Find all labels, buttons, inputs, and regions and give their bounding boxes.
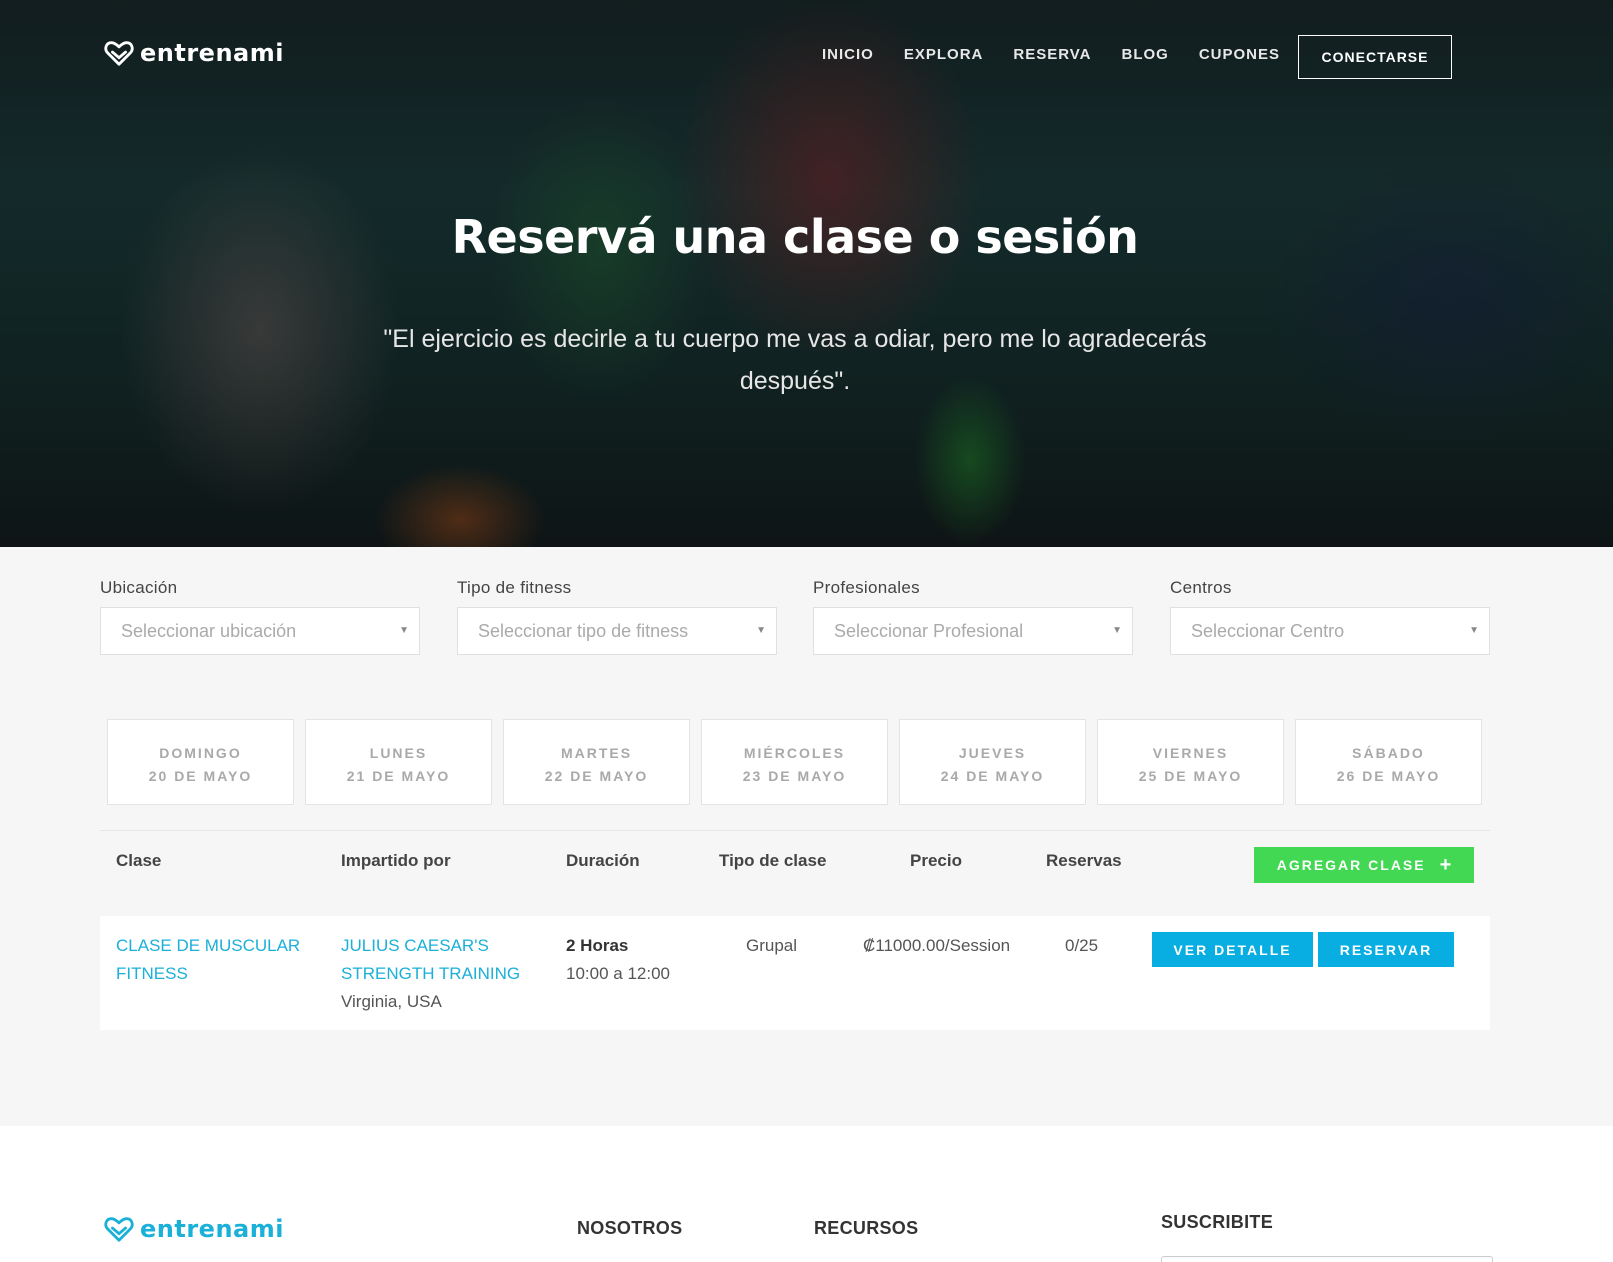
brand-logo[interactable]: entrenami — [104, 38, 284, 68]
instructor-location: Virginia, USA — [341, 992, 442, 1011]
class-name-line: FITNESS — [116, 964, 188, 983]
filter-label: Ubicación — [100, 578, 178, 597]
column-header-precio: Precio — [910, 851, 962, 870]
plus-icon: + — [1439, 853, 1452, 876]
select-placeholder: Seleccionar tipo de fitness — [478, 620, 689, 641]
filter-tipo-fitness: Tipo de fitness Seleccionar tipo de fitn… — [457, 578, 777, 655]
subscribe-email-input[interactable] — [1161, 1256, 1493, 1262]
footer-heading-recursos: RECURSOS — [814, 1218, 919, 1238]
day-tab-martes[interactable]: MARTES 22 DE MAYO — [503, 719, 690, 805]
caret-down-icon: ▼ — [1112, 625, 1122, 636]
day-date: 20 DE MAYO — [148, 768, 253, 784]
reserve-button[interactable]: RESERVAR — [1318, 932, 1454, 967]
footer-brand-name: entrenami — [140, 1215, 284, 1243]
fitness-type-select[interactable]: Seleccionar tipo de fitness ▼ — [457, 607, 777, 655]
duration-value: 2 Horas — [566, 936, 629, 955]
column-header-clase: Clase — [116, 851, 162, 870]
price-value: ₡11000.00/Session — [863, 936, 1011, 955]
column-header-impartido: Impartido por — [341, 851, 451, 870]
filters-bar: Ubicación Seleccionar ubicación ▼ Tipo d… — [100, 578, 1490, 658]
instructor-link[interactable]: JULIUS CAESAR'S STRENGTH TRAINING — [341, 932, 520, 988]
day-name: JUEVES — [958, 745, 1027, 761]
time-range: 10:00 a 12:00 — [566, 964, 670, 983]
day-tab-domingo[interactable]: DOMINGO 20 DE MAYO — [107, 719, 294, 805]
center-select[interactable]: Seleccionar Centro ▼ — [1170, 607, 1490, 655]
main-nav: INICIO EXPLORA RESERVA BLOG CUPONES — [822, 46, 1310, 63]
day-tab-miercoles[interactable]: MIÉRCOLES 23 DE MAYO — [701, 719, 888, 805]
select-placeholder: Seleccionar Centro — [1191, 620, 1345, 641]
filter-ubicacion: Ubicación Seleccionar ubicación ▼ — [100, 578, 420, 655]
instructor-name-line: JULIUS CAESAR'S — [341, 936, 489, 955]
day-tab-viernes[interactable]: VIERNES 25 DE MAYO — [1097, 719, 1284, 805]
column-header-tipo: Tipo de clase — [719, 851, 827, 870]
day-name: LUNES — [369, 745, 428, 761]
add-class-label: AGREGAR CLASE — [1276, 857, 1426, 873]
hero-banner: entrenami INICIO EXPLORA RESERVA BLOG CU… — [0, 0, 1613, 547]
day-date: 21 DE MAYO — [346, 768, 451, 784]
footer-heading-nosotros: NOSOTROS — [577, 1218, 683, 1238]
filter-label: Profesionales — [813, 578, 920, 597]
column-header-duracion: Duración — [566, 851, 640, 870]
column-header-reservas: Reservas — [1046, 851, 1122, 870]
filter-centros: Centros Seleccionar Centro ▼ — [1170, 578, 1490, 655]
caret-down-icon: ▼ — [756, 625, 766, 636]
day-name: SÁBADO — [1352, 745, 1425, 761]
filter-label: Centros — [1170, 578, 1232, 597]
reservations-count: 0/25 — [1065, 936, 1099, 955]
day-date: 26 DE MAYO — [1336, 768, 1441, 784]
day-date: 25 DE MAYO — [1138, 768, 1243, 784]
heart-logo-icon — [104, 1217, 134, 1242]
day-date: 22 DE MAYO — [544, 768, 649, 784]
add-class-button[interactable]: AGREGAR CLASE + — [1254, 847, 1474, 883]
day-name: DOMINGO — [159, 745, 242, 761]
heart-logo-icon — [104, 41, 134, 66]
nav-item-cupones[interactable]: CUPONES — [1199, 46, 1280, 63]
class-type-value: Grupal — [746, 936, 798, 955]
instructor-cell: JULIUS CAESAR'S STRENGTH TRAINING Virgin… — [341, 932, 520, 1016]
select-placeholder: Seleccionar Profesional — [834, 620, 1024, 641]
day-date: 23 DE MAYO — [742, 768, 847, 784]
caret-down-icon: ▼ — [399, 625, 409, 636]
page-title: Reservá una clase o sesión — [451, 210, 1139, 264]
filter-label: Tipo de fitness — [457, 578, 572, 597]
caret-down-icon: ▼ — [1469, 625, 1479, 636]
day-tab-sabado[interactable]: SÁBADO 26 DE MAYO — [1295, 719, 1482, 805]
footer: entrenami NOSOTROS RECURSOS SUSCRIBITE — [0, 1126, 1613, 1262]
day-tab-lunes[interactable]: LUNES 21 DE MAYO — [305, 719, 492, 805]
class-name-link[interactable]: CLASE DE MUSCULAR FITNESS — [116, 932, 300, 988]
hero-quote: "El ejercicio es decirle a tu cuerpo me … — [383, 325, 1207, 395]
day-tab-jueves[interactable]: JUEVES 24 DE MAYO — [899, 719, 1086, 805]
footer-heading-suscribite: SUSCRIBITE — [1161, 1212, 1274, 1232]
table-row: CLASE DE MUSCULAR FITNESS JULIUS CAESAR'… — [100, 916, 1490, 1030]
classes-table-header: Clase Impartido por Duración Tipo de cla… — [100, 830, 1490, 916]
footer-brand-logo[interactable]: entrenami — [104, 1214, 284, 1244]
instructor-name-line: STRENGTH TRAINING — [341, 964, 521, 983]
day-name: MIÉRCOLES — [743, 745, 846, 761]
day-name: VIERNES — [1152, 745, 1229, 761]
filter-profesionales: Profesionales Seleccionar Profesional ▼ — [813, 578, 1133, 655]
nav-item-inicio[interactable]: INICIO — [822, 46, 874, 63]
nav-item-reserva[interactable]: RESERVA — [1013, 46, 1091, 63]
location-select[interactable]: Seleccionar ubicación ▼ — [100, 607, 420, 655]
brand-name: entrenami — [140, 39, 284, 67]
nav-item-blog[interactable]: BLOG — [1122, 46, 1169, 63]
nav-item-explora[interactable]: EXPLORA — [904, 46, 984, 63]
professional-select[interactable]: Seleccionar Profesional ▼ — [813, 607, 1133, 655]
day-date: 24 DE MAYO — [940, 768, 1045, 784]
duration-cell: 2 Horas 10:00 a 12:00 — [566, 932, 670, 988]
class-name-line: CLASE DE MUSCULAR — [116, 936, 301, 955]
day-name: MARTES — [560, 745, 633, 761]
select-placeholder: Seleccionar ubicación — [121, 620, 297, 641]
view-detail-button[interactable]: VER DETALLE — [1152, 932, 1313, 967]
connect-button[interactable]: CONECTARSE — [1298, 35, 1452, 79]
